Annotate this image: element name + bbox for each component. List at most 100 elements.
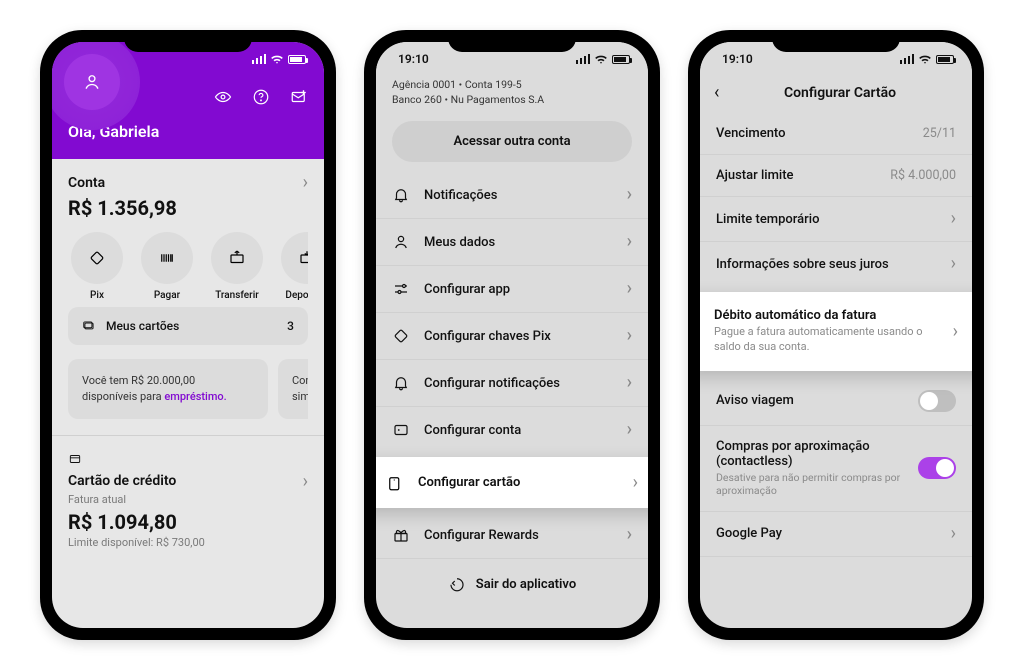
row-contactless[interactable]: Compras por aproximação (contactless) De… — [700, 426, 972, 511]
logout-icon — [448, 575, 466, 593]
credit-card-section[interactable]: Cartão de crédito Fatura atual R$ 1.094,… — [68, 452, 308, 549]
person-icon — [392, 233, 410, 251]
chevron-right-icon — [627, 526, 632, 544]
switch-account-button[interactable]: Acessar outra conta — [392, 121, 632, 162]
cc-title: Cartão de crédito — [68, 473, 176, 489]
menu-notifications[interactable]: Notificações — [376, 172, 648, 218]
chevron-right-icon — [303, 173, 308, 192]
card-icon — [386, 474, 404, 492]
row-google-pay[interactable]: Google Pay — [700, 512, 972, 556]
gift-icon — [392, 526, 410, 544]
sliders-icon — [392, 280, 410, 298]
row-ajustar-limite[interactable]: Ajustar limite R$ 4.000,00 — [700, 155, 972, 196]
menu-config-app[interactable]: Configurar app — [376, 266, 648, 312]
quick-actions: Pix Pagar Transferir Depositar — [68, 232, 308, 301]
status-time: 19:10 — [722, 52, 753, 66]
pix-icon — [88, 249, 106, 267]
chevron-right-icon — [627, 327, 632, 345]
invite-icon[interactable] — [290, 88, 308, 106]
title-bar: ‹ Configurar Cartão — [700, 76, 972, 113]
wifi-icon — [918, 52, 932, 66]
banner-other[interactable]: Conf simp — [278, 359, 308, 419]
action-pix[interactable]: Pix — [68, 232, 126, 301]
row-juros[interactable]: Informações sobre seus juros — [700, 242, 972, 286]
chevron-right-icon — [951, 210, 956, 228]
person-icon — [82, 72, 102, 92]
toggle-contactless[interactable] — [918, 457, 956, 479]
cc-limit: Limite disponível: R$ 730,00 — [68, 536, 308, 549]
screen-card-config: 19:10 ‹ Configurar Cartão Vencimento 25/… — [700, 42, 972, 628]
bell-icon — [392, 186, 410, 204]
action-pagar[interactable]: Pagar — [138, 232, 196, 301]
cc-subtitle: Fatura atual — [68, 493, 308, 506]
wifi-icon — [594, 52, 608, 66]
transfer-in-icon — [298, 249, 308, 267]
signal-icon — [576, 54, 591, 64]
chevron-right-icon — [633, 473, 638, 492]
account-title: Conta — [68, 175, 105, 191]
account-box-icon — [392, 421, 410, 439]
cards-icon — [82, 319, 96, 333]
signal-icon — [900, 54, 915, 64]
card-icon — [68, 452, 82, 466]
my-cards-count: 3 — [287, 319, 294, 333]
status-time: 19:10 — [398, 52, 429, 66]
chevron-right-icon — [951, 255, 956, 273]
notch — [772, 30, 900, 52]
banners: Você tem R$ 20.000,00 disponíveis para e… — [68, 359, 308, 419]
barcode-icon — [158, 249, 176, 267]
account-section[interactable]: Conta R$ 1.356,98 Pix Pagar Tran — [68, 173, 308, 345]
divider — [52, 435, 324, 436]
menu-config-account[interactable]: Configurar conta — [376, 407, 648, 453]
my-cards-label: Meus cartões — [106, 319, 179, 333]
my-cards-pill[interactable]: Meus cartões 3 — [68, 307, 308, 345]
account-info: Agência 0001 • Conta 199-5 Banco 260 • N… — [376, 76, 648, 117]
banner-loan[interactable]: Você tem R$ 20.000,00 disponíveis para e… — [68, 359, 268, 419]
row-debito-automatico-highlight[interactable]: Débito automático da fatura Pague a fatu… — [700, 292, 972, 371]
phone-settings-menu: 19:10 Agência 0001 • Conta 199-5 Banco 2… — [364, 30, 660, 640]
menu-config-rewards[interactable]: Configurar Rewards — [376, 512, 648, 558]
screen-home: Olá, Gabriela Conta R$ 1.356,98 Pix — [52, 42, 324, 628]
menu-config-notifications[interactable]: Configurar notificações — [376, 360, 648, 406]
account-balance: R$ 1.356,98 — [68, 196, 308, 220]
chevron-right-icon — [303, 472, 308, 491]
cc-amount: R$ 1.094,80 — [68, 510, 308, 534]
content-home: Conta R$ 1.356,98 Pix Pagar Tran — [52, 159, 324, 563]
screen-settings-menu: 19:10 Agência 0001 • Conta 199-5 Banco 2… — [376, 42, 648, 628]
row-vencimento[interactable]: Vencimento 25/11 — [700, 113, 972, 154]
signal-icon — [252, 54, 267, 64]
page-title: Configurar Cartão — [722, 85, 958, 101]
help-icon[interactable] — [252, 88, 270, 106]
bell-icon — [392, 374, 410, 392]
wifi-icon — [270, 52, 284, 66]
chevron-right-icon — [953, 322, 958, 341]
pix-icon — [392, 327, 410, 345]
chevron-right-icon — [627, 374, 632, 392]
settings-menu: Notificações Meus dados Configurar app C… — [376, 172, 648, 609]
action-transferir[interactable]: Transferir — [208, 232, 266, 301]
eye-icon[interactable] — [214, 88, 232, 106]
row-aviso-viagem[interactable]: Aviso viagem — [700, 377, 972, 425]
row-limite-temporario[interactable]: Limite temporário — [700, 197, 972, 241]
battery-icon — [288, 55, 306, 64]
menu-config-card-highlight[interactable]: Configurar cartão — [376, 457, 648, 508]
logout-button[interactable]: Sair do aplicativo — [376, 559, 648, 609]
toggle-aviso-viagem[interactable] — [918, 390, 956, 412]
menu-my-data[interactable]: Meus dados — [376, 219, 648, 265]
chevron-right-icon — [627, 233, 632, 251]
battery-icon — [612, 55, 630, 64]
phone-home: Olá, Gabriela Conta R$ 1.356,98 Pix — [40, 30, 336, 640]
notch — [124, 30, 252, 52]
limite-value: R$ 4.000,00 — [890, 168, 956, 183]
profile-avatar — [64, 54, 120, 110]
notch — [448, 30, 576, 52]
phone-card-config: 19:10 ‹ Configurar Cartão Vencimento 25/… — [688, 30, 984, 640]
chevron-right-icon — [951, 525, 956, 543]
chevron-right-icon — [627, 186, 632, 204]
action-depositar[interactable]: Depositar — [278, 232, 308, 301]
menu-config-pix[interactable]: Configurar chaves Pix — [376, 313, 648, 359]
transfer-out-icon — [228, 249, 246, 267]
vencimento-value: 25/11 — [923, 126, 956, 141]
chevron-right-icon — [627, 421, 632, 439]
chevron-right-icon — [627, 280, 632, 298]
